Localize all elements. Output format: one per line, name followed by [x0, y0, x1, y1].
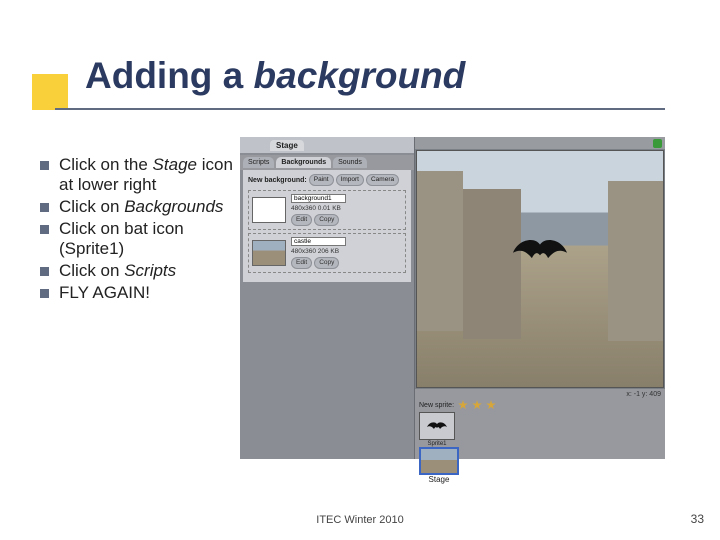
slide-number: 33 [691, 512, 704, 526]
bullet-list: Click on the Stage icon at lower right C… [40, 155, 235, 305]
edit-button[interactable]: Edit [291, 257, 312, 269]
middle-panel: Stage Scripts Backgrounds Sounds New bac… [240, 137, 415, 459]
bullet-marker [40, 225, 49, 234]
background-name-input[interactable] [291, 194, 346, 203]
bat-icon [513, 236, 567, 264]
below-stage: x: -1 y: 409 New sprite: Spr [415, 389, 665, 459]
footer-text: ITEC Winter 2010 [0, 514, 720, 526]
new-background-row: New background: Paint Import Camera [248, 174, 406, 186]
scratch-screenshot: Stage Scripts Backgrounds Sounds New bac… [240, 137, 665, 459]
stage-icon[interactable]: Stage [419, 447, 459, 484]
copy-button[interactable]: Copy [314, 214, 339, 226]
tab-sounds[interactable]: Sounds [333, 157, 367, 168]
background-meta: 480x360 206 KB [291, 248, 346, 255]
new-sprite-label: New sprite: [419, 402, 454, 409]
background-info: 480x360 206 KB Edit Copy [291, 237, 346, 269]
title-underline [55, 108, 665, 110]
right-panel: x: -1 y: 409 New sprite: Spr [415, 137, 665, 459]
bullet-marker [40, 289, 49, 298]
stage-label: Stage [270, 140, 304, 151]
bullet-text: Click on the Stage icon at lower right [59, 155, 235, 195]
background-info: 480x360 0.01 KB Edit Copy [291, 194, 346, 226]
tabs-row: Scripts Backgrounds Sounds [240, 155, 414, 170]
background-item[interactable]: 480x360 0.01 KB Edit Copy [248, 190, 406, 230]
bullet-marker [40, 161, 49, 170]
accent-square [32, 74, 68, 110]
slide-title: Adding a background [85, 55, 465, 97]
bullet-marker [40, 267, 49, 276]
title-em: background [254, 55, 466, 96]
bullet-item: Click on the Stage icon at lower right [40, 155, 235, 195]
selection-header: Stage [240, 137, 414, 153]
paint-sprite-icon[interactable] [458, 400, 468, 410]
title-plain: Adding a [85, 55, 254, 96]
import-button[interactable]: Import [336, 174, 364, 186]
new-background-label: New background: [248, 177, 307, 184]
bullet-text: Click on bat icon (Sprite1) [59, 219, 235, 259]
background-thumb [252, 197, 286, 223]
bat-icon [427, 420, 447, 432]
bullet-item: Click on Scripts [40, 261, 235, 281]
castle-shape [417, 171, 463, 331]
tab-scripts[interactable]: Scripts [243, 157, 274, 168]
tab-backgrounds[interactable]: Backgrounds [276, 157, 331, 168]
stage-thumb-label: Stage [419, 475, 459, 484]
background-name-input[interactable] [291, 237, 346, 246]
castle-shape [608, 181, 663, 341]
bullet-text: Click on Scripts [59, 261, 176, 281]
sprite1-thumb [419, 412, 455, 440]
bullet-marker [40, 203, 49, 212]
new-sprite-tools: New sprite: [419, 400, 496, 410]
bat-sprite[interactable] [513, 236, 567, 264]
bullet-item: Click on bat icon (Sprite1) [40, 219, 235, 259]
camera-button[interactable]: Camera [366, 174, 399, 186]
stage-area[interactable] [416, 150, 664, 388]
bullet-item: Click on Backgrounds [40, 197, 235, 217]
stage-thumb [419, 447, 459, 475]
choose-sprite-icon[interactable] [472, 400, 482, 410]
copy-button[interactable]: Copy [314, 257, 339, 269]
background-meta: 480x360 0.01 KB [291, 205, 346, 212]
bullet-text: Click on Backgrounds [59, 197, 223, 217]
background-thumb [252, 240, 286, 266]
background-item[interactable]: 480x360 206 KB Edit Copy [248, 233, 406, 273]
sprite-cell[interactable]: Sprite1 [419, 412, 455, 447]
green-flag-icon[interactable] [653, 139, 662, 148]
bullet-item: FLY AGAIN! [40, 283, 235, 303]
stage-topbar [415, 137, 665, 149]
edit-button[interactable]: Edit [291, 214, 312, 226]
backgrounds-pane: New background: Paint Import Camera 480x… [243, 170, 411, 282]
random-sprite-icon[interactable] [486, 400, 496, 410]
xy-readout: x: -1 y: 409 [419, 391, 661, 398]
bullet-text: FLY AGAIN! [59, 283, 150, 303]
paint-button[interactable]: Paint [309, 174, 334, 186]
